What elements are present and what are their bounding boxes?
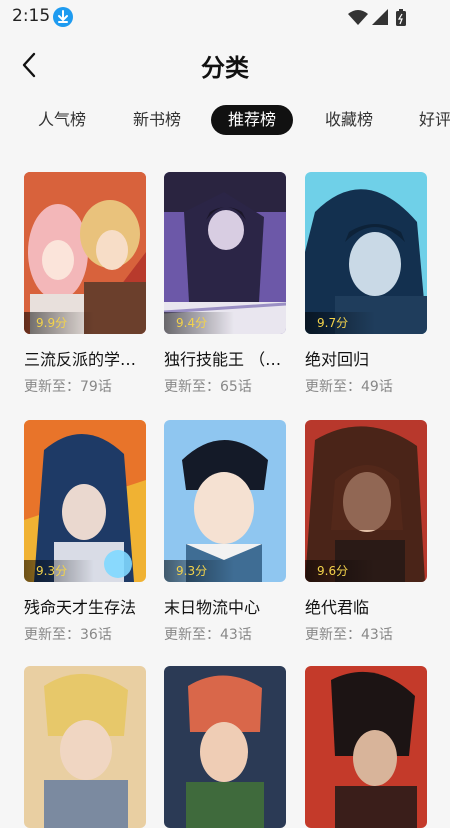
comic-card[interactable]: 9.6分 绝代君临 更新至：43话 [305,420,429,644]
battery-icon [396,9,406,26]
ranking-tabs: 人气榜 新书榜 推荐榜 收藏榜 好评 [0,102,450,138]
status-bar: 2:15 [0,0,450,34]
comic-cover[interactable]: 9.6分 [305,420,427,582]
comic-cover[interactable]: 9.7分 [305,172,427,334]
comic-cover[interactable] [164,666,286,828]
update-status: 更新至：43话 [164,627,252,643]
tab-recommended[interactable]: 推荐榜 [211,105,294,135]
signal-icon [372,9,388,25]
tab-popular[interactable]: 人气榜 [38,105,86,135]
comic-cover[interactable]: 9.3分 [164,420,286,582]
update-status: 更新至：65话 [164,379,252,395]
tab-favorites[interactable]: 收藏榜 [325,105,373,135]
comic-cover[interactable]: 9.9分 [24,172,146,334]
comic-card[interactable] [305,666,429,828]
score-badge: 9.6分 [305,560,375,582]
comic-cover[interactable] [305,666,427,828]
header: 分类 [0,34,450,98]
comic-title: 三流反派的学… [24,350,137,369]
comic-cover[interactable]: 9.3分 [24,420,146,582]
page-title: 分类 [201,54,249,82]
score-badge: 9.4分 [164,312,234,334]
comic-title: 残命天才生存法 [24,598,137,617]
score-badge: 9.7分 [305,312,375,334]
comic-title: 独行技能王 （… [164,350,282,369]
download-icon [53,7,73,27]
score-badge: 9.3分 [164,560,234,582]
comic-title: 绝代君临 [305,598,370,617]
wifi-icon [348,10,368,25]
score-badge: 9.3分 [24,560,94,582]
comic-card[interactable]: 9.3分 残命天才生存法 更新至：36话 [24,420,148,644]
update-status: 更新至：43话 [305,627,393,643]
comic-cover[interactable] [24,666,146,828]
comic-card[interactable]: 9.4分 独行技能王 （… 更新至：65话 [164,172,288,396]
update-status: 更新至：49话 [305,379,393,395]
tab-new[interactable]: 新书榜 [133,105,181,135]
comic-title: 绝对回归 [305,350,370,369]
tab-rating[interactable]: 好评 [419,105,450,135]
comic-title: 末日物流中心 [164,598,261,617]
system-icons [346,8,416,26]
update-status: 更新至：36话 [24,627,112,643]
comic-cover[interactable]: 9.4分 [164,172,286,334]
update-status: 更新至：79话 [24,379,112,395]
comic-card[interactable]: 9.7分 绝对回归 更新至：49话 [305,172,429,396]
comic-card[interactable] [24,666,148,828]
comic-card[interactable]: 9.3分 末日物流中心 更新至：43话 [164,420,288,644]
comic-card[interactable]: 9.9分 三流反派的学… 更新至：79话 [24,172,148,396]
comic-card[interactable] [164,666,288,828]
status-time: 2:15 [12,6,51,26]
score-badge: 9.9分 [24,312,94,334]
